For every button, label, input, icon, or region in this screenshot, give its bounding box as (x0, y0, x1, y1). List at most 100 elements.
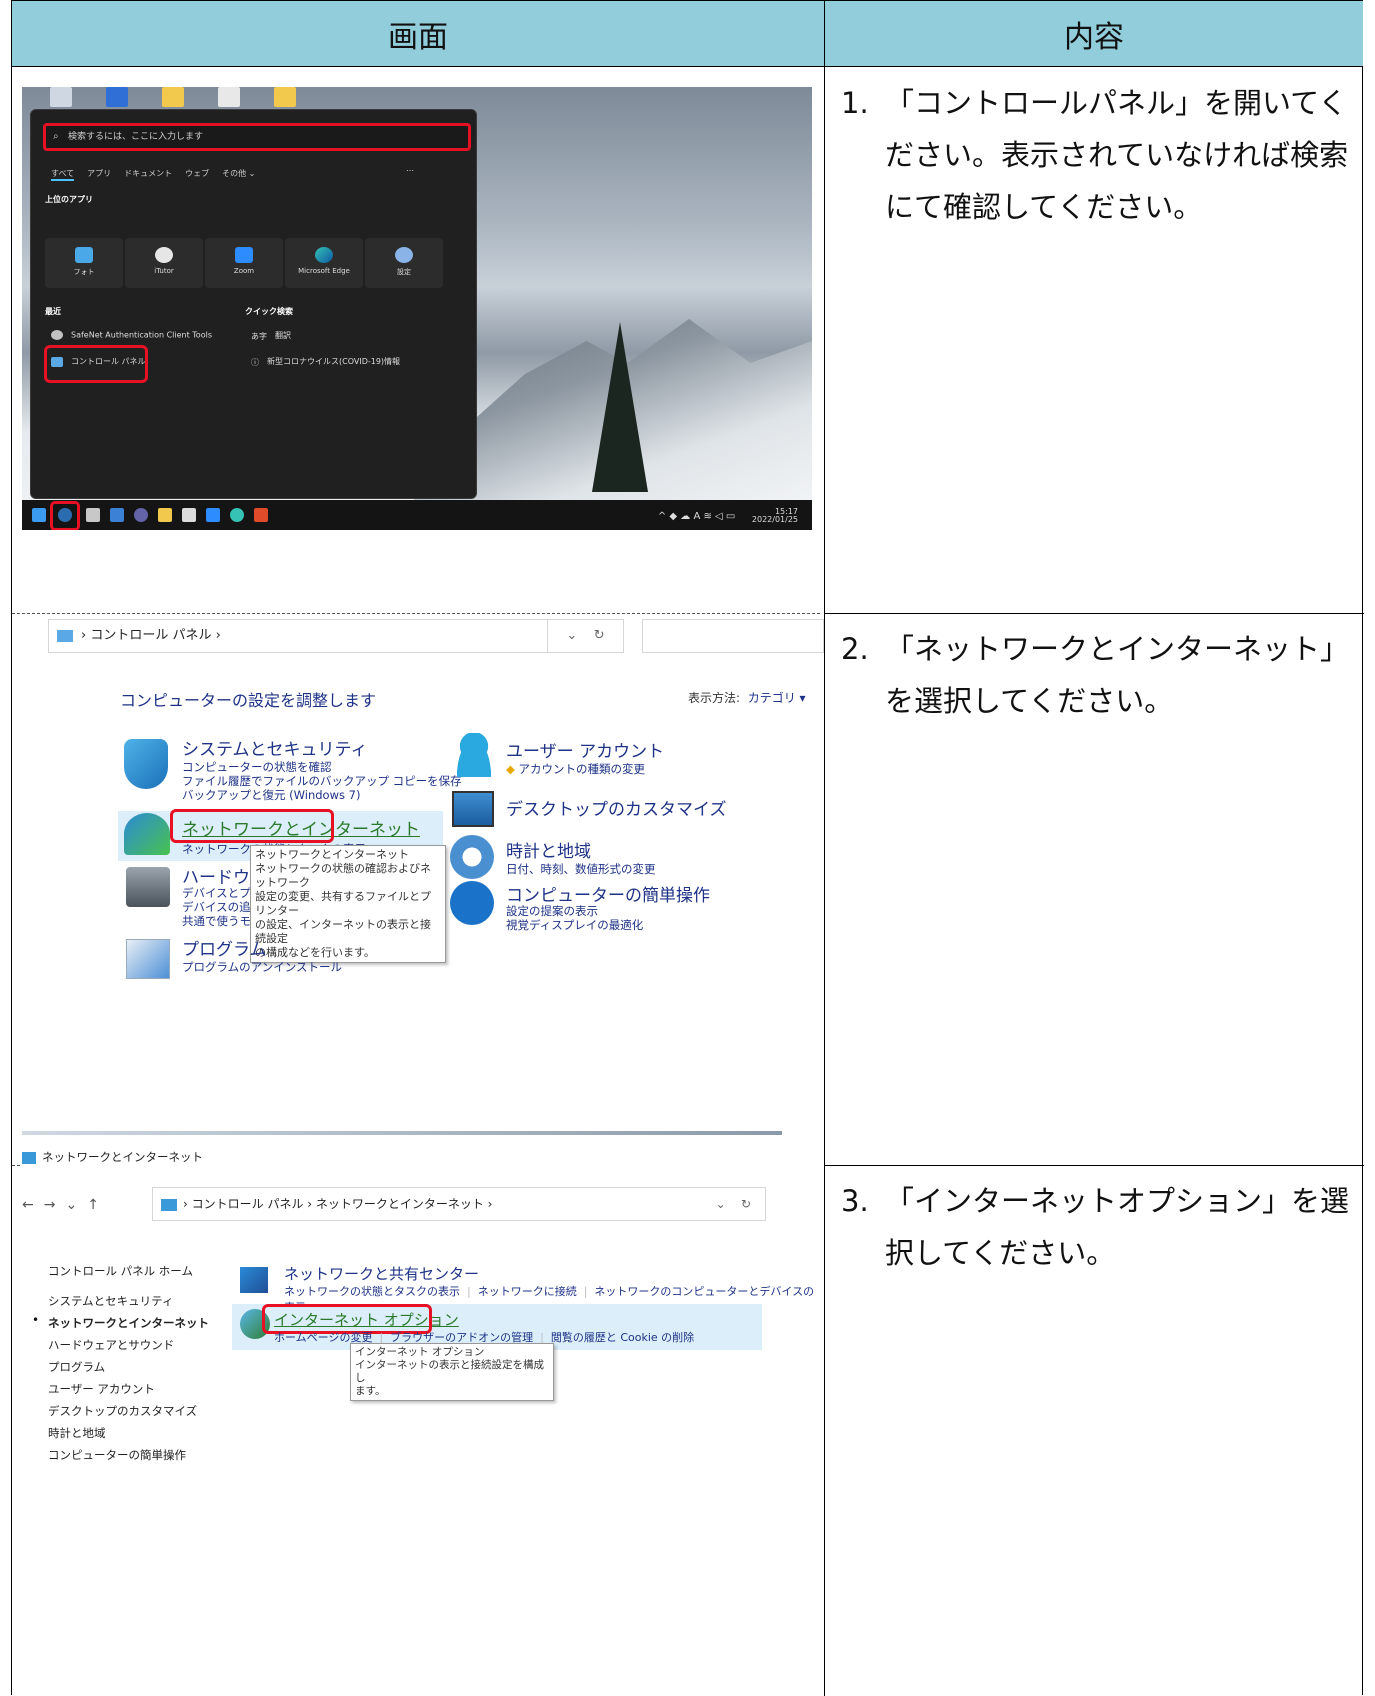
current-item-bullet: • (32, 1313, 40, 1327)
step-1-text: 「コントロールパネル」を開いてください。表示されていなければ検索にて確認してくだ… (885, 86, 1349, 224)
sidebar-item-ease[interactable]: コンピューターの簡単操作 (48, 1447, 186, 1463)
internet-options-tooltip: インターネット オプション インターネットの表示と接続設定を構成し ます。 (350, 1343, 554, 1401)
category-user-accounts[interactable]: ユーザー アカウント (506, 737, 664, 762)
folder-icon[interactable] (274, 87, 296, 107)
category-system-security[interactable]: システムとセキュリティ (182, 735, 367, 760)
teams-icon[interactable] (134, 508, 148, 522)
step-3-text: 「インターネットオプション」を選択してください。 (885, 1184, 1350, 1270)
link-backup-restore[interactable]: バックアップと復元 (Windows 7) (182, 787, 360, 803)
pine-tree (592, 322, 648, 492)
app-tile-itutor[interactable]: iTutor (125, 238, 203, 288)
step-2-text: 「ネットワークとインターネット」を選択してください。 (885, 632, 1350, 718)
widgets-icon[interactable] (110, 508, 124, 522)
network-tooltip: ネットワークとインターネット ネットワークの状態の確認およびネットワーク 設定の… (250, 845, 446, 963)
app-tile-photos[interactable]: フォト (45, 238, 123, 288)
window-title-bar: ネットワークとインターネット (22, 1149, 203, 1165)
more-options-icon[interactable]: ⋯ (406, 166, 414, 175)
link-delete-history[interactable]: 閲覧の履歴と Cookie の削除 (551, 1331, 694, 1344)
view-by-label: 表示方法: (688, 691, 741, 705)
quick-item-translate[interactable]: あ字 翻訳 (251, 330, 291, 341)
task-view-icon[interactable] (86, 508, 100, 522)
category-clock-region[interactable]: 時計と地域 (506, 837, 591, 862)
store-icon[interactable] (182, 508, 196, 522)
category-sharing-center[interactable]: ネットワークと共有センター (284, 1263, 479, 1284)
sidebar-item-system[interactable]: システムとセキュリティ (48, 1293, 173, 1309)
recent-label: 最近 (45, 307, 61, 316)
sidebar-item-clock[interactable]: 時計と地域 (48, 1425, 106, 1441)
office-icon[interactable] (254, 508, 268, 522)
start-button-icon[interactable] (32, 508, 46, 522)
view-by[interactable]: 表示方法: カテゴリ ▾ (688, 689, 806, 706)
zoom-icon (235, 247, 253, 263)
link-connect-network[interactable]: ネットワークに接続 (478, 1285, 577, 1298)
tab-apps[interactable]: アプリ (87, 168, 111, 181)
app-tile-edge[interactable]: Microsoft Edge (285, 238, 363, 288)
tooltip-line: の構成などを行います。 (255, 946, 375, 959)
dropbox-icon[interactable] (106, 87, 128, 107)
step-1-number: 1. (841, 86, 869, 120)
tab-documents[interactable]: ドキュメント (124, 168, 172, 181)
start-menu-tabs: すべて アプリ ドキュメント ウェブ その他 ⌄ (51, 168, 255, 181)
start-menu-screenshot: ⌕ 検索するには、ここに入力します すべて アプリ ドキュメント ウェブ その他… (22, 87, 812, 530)
app-tile-zoom[interactable]: Zoom (205, 238, 283, 288)
info-icon: ⓘ (251, 357, 259, 367)
clock-date: 2022/01/25 (751, 515, 798, 524)
search-icon: ⌕ (53, 131, 59, 142)
itutor-icon (155, 247, 173, 263)
sharing-center-icon (240, 1267, 268, 1293)
folder-icon[interactable] (162, 87, 184, 107)
app-tile-label: iTutor (154, 267, 174, 275)
system-tray[interactable]: ^ ◆ ☁ A ≋ ◁ ▭ 15:17 2022/01/25 (658, 508, 798, 524)
category-desktop-customize[interactable]: デスクトップのカスタマイズ (506, 795, 727, 820)
explorer-icon[interactable] (158, 508, 172, 522)
app-tile-settings[interactable]: 設定 (365, 238, 443, 288)
control-panel-small-icon (57, 629, 73, 642)
address-bar[interactable]: › コントロール パネル › (48, 619, 548, 653)
address-arrow-icon: › (183, 1197, 192, 1211)
mail-icon[interactable] (206, 508, 220, 522)
top-apps-label: 上位のアプリ (45, 195, 93, 204)
link-network-status[interactable]: ネットワークの状態とタスクの表示 (284, 1285, 460, 1298)
app-tile-label: Microsoft Edge (298, 267, 350, 275)
tab-more[interactable]: その他 ⌄ (222, 168, 255, 181)
address-arrow-icon: › (81, 628, 91, 643)
tab-all[interactable]: すべて (51, 168, 75, 181)
column-divider (824, 1, 825, 1696)
quick-item-covid[interactable]: ⓘ 新型コロナウイルス(COVID-19)情報 (251, 356, 400, 367)
sidebar-item-desktop[interactable]: デスクトップのカスタマイズ (48, 1403, 197, 1419)
start-search-input[interactable]: ⌕ 検索するには、ここに入力します (43, 123, 471, 151)
control-panel-screenshot: › コントロール パネル › ⌄ ↻ コンピューターの設定を調整します 表示方法… (22, 619, 824, 1039)
address-controls[interactable]: ⌄ ↻ (548, 619, 624, 653)
link-change-account-type[interactable]: ◆ アカウントの種類の変更 (506, 761, 645, 777)
sidebar-item-hardware[interactable]: ハードウェアとサウンド (48, 1337, 174, 1353)
start-menu: ⌕ 検索するには、ここに入力します すべて アプリ ドキュメント ウェブ その他… (30, 109, 477, 499)
link-uninstall[interactable]: プログラムのアンインストール (182, 959, 342, 975)
tooltip-line: の設定、インターネットの表示と接続設定 (255, 918, 431, 945)
recycle-bin-icon[interactable] (50, 87, 72, 107)
document-icon[interactable] (218, 87, 240, 107)
quick-item-label: 新型コロナウイルス(COVID-19)情報 (267, 357, 401, 366)
recent-item-safenet[interactable]: SafeNet Authentication Client Tools (51, 330, 212, 340)
address-controls[interactable]: ⌄ ↻ (716, 1188, 751, 1220)
network-internet-screenshot: ネットワークとインターネット ←→⌄↑ › コントロール パネル › ネットワー… (22, 1131, 822, 1486)
translate-icon: あ字 (251, 331, 267, 341)
category-programs[interactable]: プログラム (182, 935, 267, 960)
sidebar-item-home[interactable]: コントロール パネル ホーム (48, 1263, 193, 1279)
sidebar-item-users[interactable]: ユーザー アカウント (48, 1381, 155, 1397)
nav-buttons[interactable]: ←→⌄↑ (22, 1197, 109, 1213)
photos-icon (75, 247, 93, 263)
sidebar-item-programs[interactable]: プログラム (48, 1359, 105, 1375)
link-optimize-display[interactable]: 視覚ディスプレイの最適化 (506, 917, 643, 933)
tooltip-line: インターネット オプション (355, 1346, 485, 1358)
address-text: コントロール パネル › (90, 628, 221, 643)
page-title: コンピューターの設定を調整します (120, 691, 377, 710)
link-date-time[interactable]: 日付、時刻、数値形式の変更 (506, 861, 656, 877)
row-divider-1-left (12, 613, 820, 614)
sidebar-item-network[interactable]: ネットワークとインターネット (48, 1315, 209, 1331)
view-by-value: カテゴリ ▾ (747, 691, 806, 705)
edge-taskbar-icon[interactable] (230, 508, 244, 522)
tab-web[interactable]: ウェブ (185, 168, 209, 181)
search-box[interactable] (642, 619, 824, 653)
address-bar[interactable]: › コントロール パネル › ネットワークとインターネット › ⌄ ↻ (152, 1187, 766, 1221)
control-panel-highlight (44, 345, 148, 383)
